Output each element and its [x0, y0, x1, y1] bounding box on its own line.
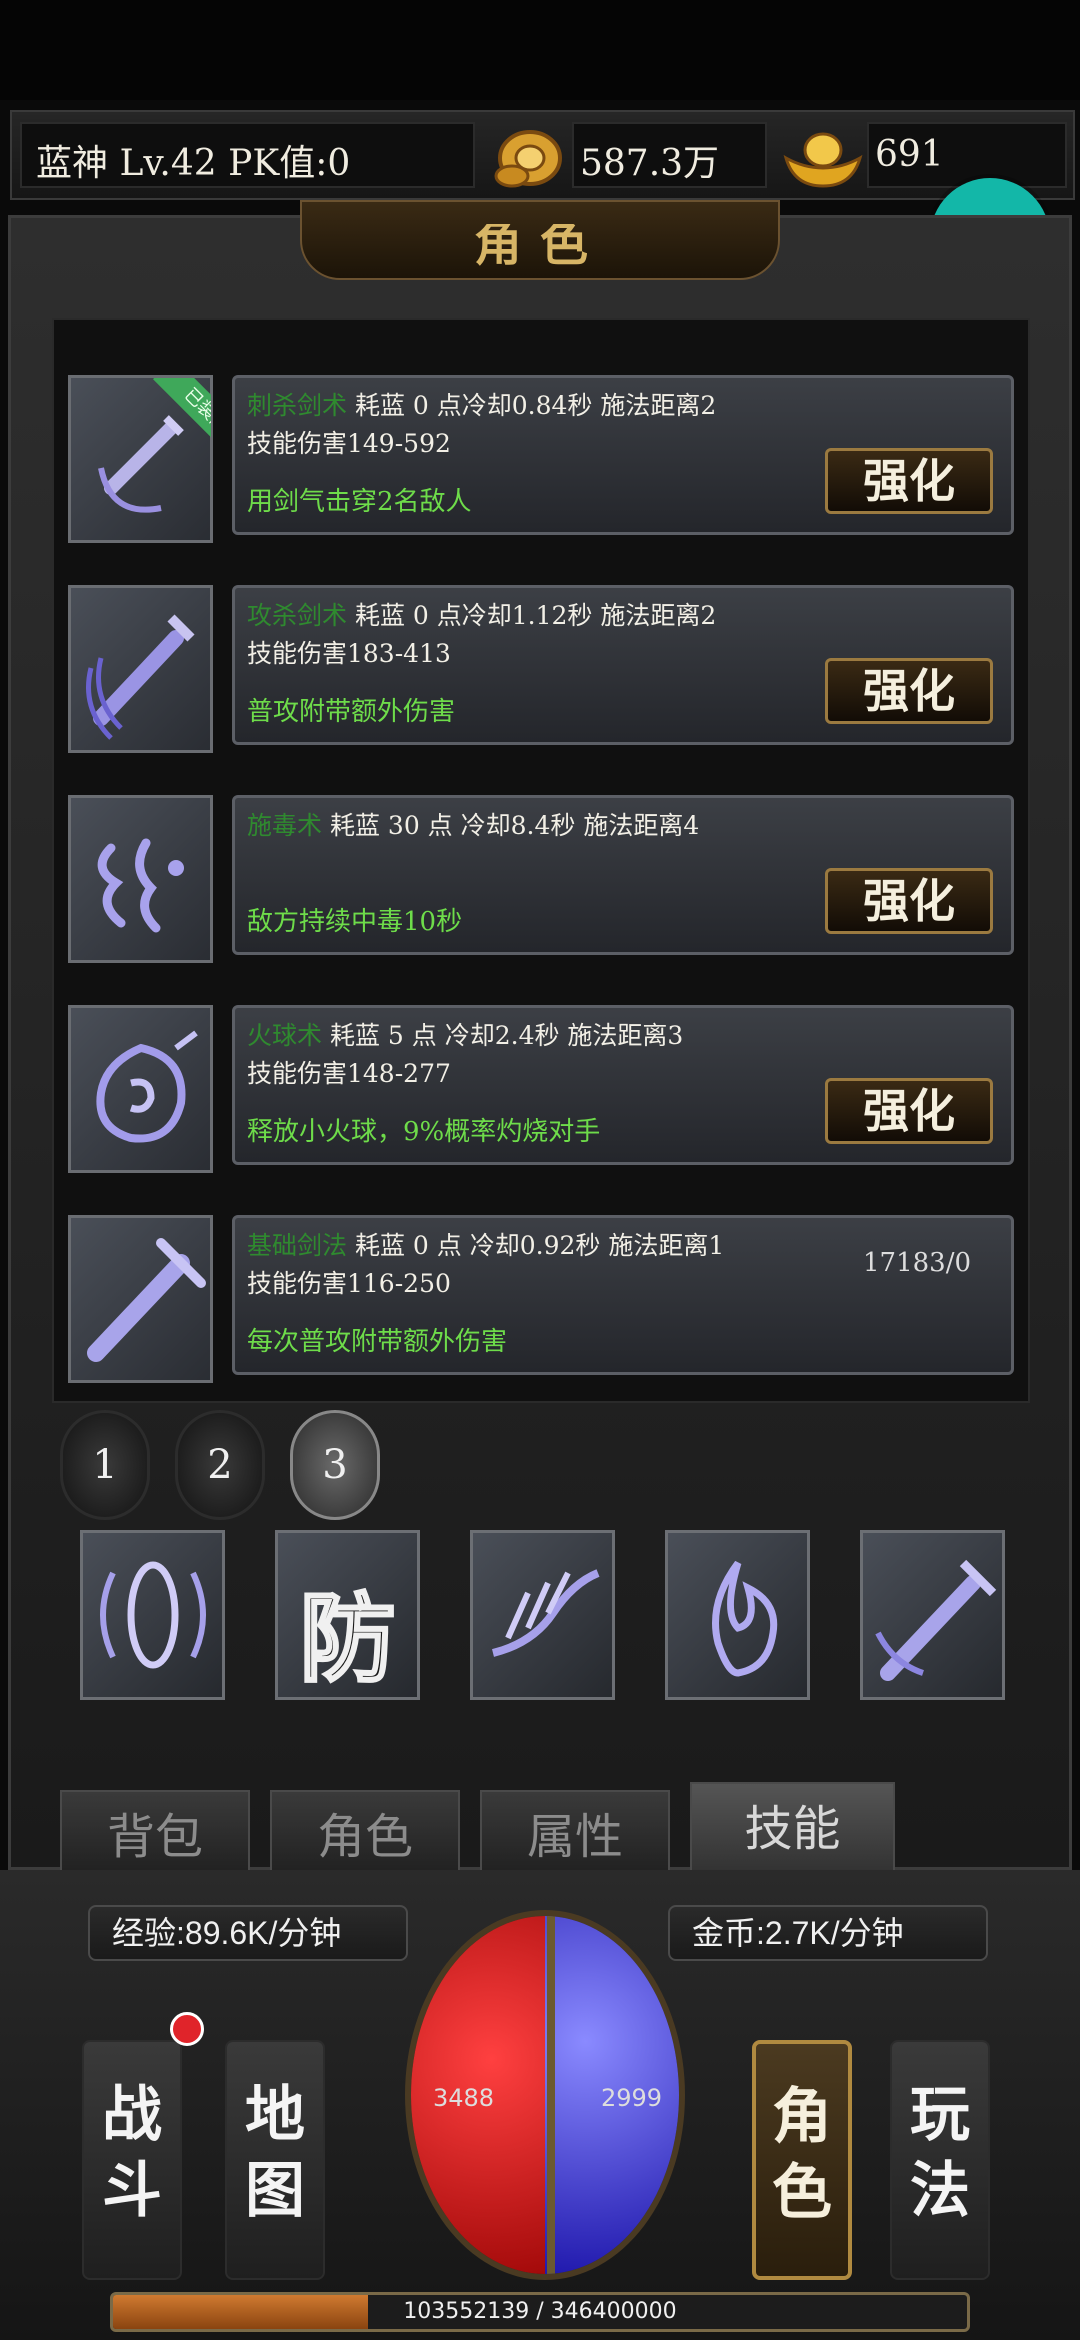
- orb-divider: [547, 1916, 555, 2274]
- skill-damage: 技能伤害149-592: [247, 429, 451, 458]
- fireball-icon: [96, 1030, 198, 1143]
- skill-description: 释放小火球，9%概率灼烧对手: [247, 1117, 601, 1147]
- wave-claw-icon: [491, 1569, 600, 1657]
- skill-card-cisha[interactable]: 刺杀剑术 耗蓝 0 点冷却0.84秒 施法距离2 技能伤害149-592 用剑气…: [232, 375, 1014, 535]
- flaming-sword-icon: [86, 614, 195, 740]
- skill-name: 施毒术: [247, 811, 323, 840]
- skill-stats: 耗蓝 0 点 冷却0.92秒 施法距离1: [354, 1231, 725, 1260]
- mp-value: 2999: [601, 2084, 663, 2112]
- flame-icon: [712, 1560, 778, 1677]
- skill-icon-gongsha[interactable]: [68, 585, 213, 753]
- quickslot-4[interactable]: [665, 1530, 810, 1700]
- player-info: 蓝神 Lv.42 PK值:0: [36, 143, 351, 184]
- quickslot-1[interactable]: [80, 1530, 225, 1700]
- skill-name: 攻杀剑术: [247, 601, 348, 630]
- hp-mp-orb: 3488 2999: [405, 1910, 685, 2280]
- skill-page-2[interactable]: 2: [175, 1410, 265, 1520]
- skill-icon-cisha[interactable]: 已装配: [68, 375, 213, 543]
- nav-play-label: 玩法: [910, 2080, 970, 2226]
- poison-cloud-icon: [97, 838, 184, 933]
- skill-icon-huoqiu[interactable]: [68, 1005, 213, 1173]
- notification-dot: [170, 2012, 204, 2046]
- ingot-amount: 691: [875, 134, 944, 175]
- skill-description: 每次普攻附带额外伤害: [247, 1327, 508, 1357]
- gold-box: 587.3万: [572, 122, 767, 188]
- skill-name: 基础剑法: [247, 1231, 348, 1260]
- gold-ingot-icon: [783, 132, 863, 188]
- gold-amount: 587.3万: [580, 143, 720, 184]
- nav-role-label: 角色: [772, 2082, 832, 2228]
- player-hud: 蓝神 Lv.42 PK值:0 587.3万 691: [10, 110, 1075, 200]
- sword-icon: [87, 1238, 206, 1362]
- shield-ring-icon: [100, 1561, 206, 1669]
- skill-stats: 耗蓝 0 点冷却0.84秒 施法距离2: [354, 391, 717, 420]
- skill-card-huoqiu[interactable]: 火球术 耗蓝 5 点 冷却2.4秒 施法距离3 技能伤害148-277 释放小火…: [232, 1005, 1014, 1165]
- skill-description: 普攻附带额外伤害: [247, 697, 456, 727]
- defense-icon: 防: [298, 1582, 397, 1697]
- skill-page-3[interactable]: 3: [290, 1410, 380, 1520]
- nav-battle-button[interactable]: 战斗: [82, 2040, 182, 2280]
- nav-map-button[interactable]: 地图: [225, 2040, 325, 2280]
- status-bar: [0, 0, 1080, 100]
- exp-text: 103552139 / 346400000: [403, 2299, 677, 2324]
- enhance-button[interactable]: 强化: [825, 868, 993, 934]
- nav-play-button[interactable]: 玩法: [890, 2040, 990, 2280]
- skill-icon-jichu[interactable]: [68, 1215, 213, 1383]
- enhance-button[interactable]: 强化: [825, 1078, 993, 1144]
- player-info-box: 蓝神 Lv.42 PK值:0: [20, 122, 475, 188]
- skill-page-1[interactable]: 1: [60, 1410, 150, 1520]
- exp-bar: 103552139 / 346400000: [110, 2292, 970, 2332]
- skill-name: 火球术: [247, 1021, 323, 1050]
- quickslot-3[interactable]: [470, 1530, 615, 1700]
- skill-stats: 耗蓝 30 点 冷却8.4秒 施法距离4: [329, 811, 700, 840]
- panel-title-plate: 角色: [300, 200, 780, 280]
- skill-damage: 技能伤害183-413: [247, 639, 451, 668]
- nav-role-button[interactable]: 角色: [752, 2040, 852, 2280]
- skill-icon-shidu[interactable]: [68, 795, 213, 963]
- equipped-badge: 已装配: [131, 378, 211, 458]
- tab-skills[interactable]: 技能: [690, 1782, 895, 1870]
- skill-card-jichu[interactable]: 基础剑法 耗蓝 0 点 冷却0.92秒 施法距离1 技能伤害116-250 每次…: [232, 1215, 1014, 1375]
- tab-bag[interactable]: 背包: [60, 1790, 250, 1870]
- skill-description: 用剑气击穿2名敌人: [247, 487, 472, 517]
- skill-name: 刺杀剑术: [247, 391, 348, 420]
- quickslot-2[interactable]: 防: [275, 1530, 420, 1700]
- enhance-button[interactable]: 强化: [825, 658, 993, 724]
- gold-rate: 金币:2.7K/分钟: [668, 1905, 988, 1961]
- exp-rate: 经验:89.6K/分钟: [88, 1905, 408, 1961]
- sword-icon: [875, 1559, 997, 1681]
- tab-attributes[interactable]: 属性: [480, 1790, 670, 1870]
- tab-role[interactable]: 角色: [270, 1790, 460, 1870]
- skill-stats: 耗蓝 5 点 冷却2.4秒 施法距离3: [329, 1021, 684, 1050]
- panel-title: 角色: [473, 216, 606, 272]
- skill-description: 敌方持续中毒10秒: [247, 907, 463, 937]
- nav-map-label: 地图: [245, 2080, 305, 2226]
- enhance-button[interactable]: 强化: [825, 448, 993, 514]
- skill-damage: 技能伤害116-250: [247, 1269, 451, 1298]
- skill-damage: 技能伤害148-277: [247, 1059, 451, 1088]
- quickslot-5[interactable]: [860, 1530, 1005, 1700]
- skill-card-gongsha[interactable]: 攻杀剑术 耗蓝 0 点冷却1.12秒 施法距离2 技能伤害183-413 普攻附…: [232, 585, 1014, 745]
- nav-battle-label: 战斗: [102, 2080, 162, 2226]
- skill-card-shidu[interactable]: 施毒术 耗蓝 30 点 冷却8.4秒 施法距离4 敌方持续中毒10秒 强化: [232, 795, 1014, 955]
- skill-proficiency: 17183/0: [862, 1248, 971, 1278]
- skill-stats: 耗蓝 0 点冷却1.12秒 施法距离2: [354, 601, 717, 630]
- hp-value: 3488: [433, 2084, 495, 2112]
- gold-coin-icon: [494, 130, 562, 188]
